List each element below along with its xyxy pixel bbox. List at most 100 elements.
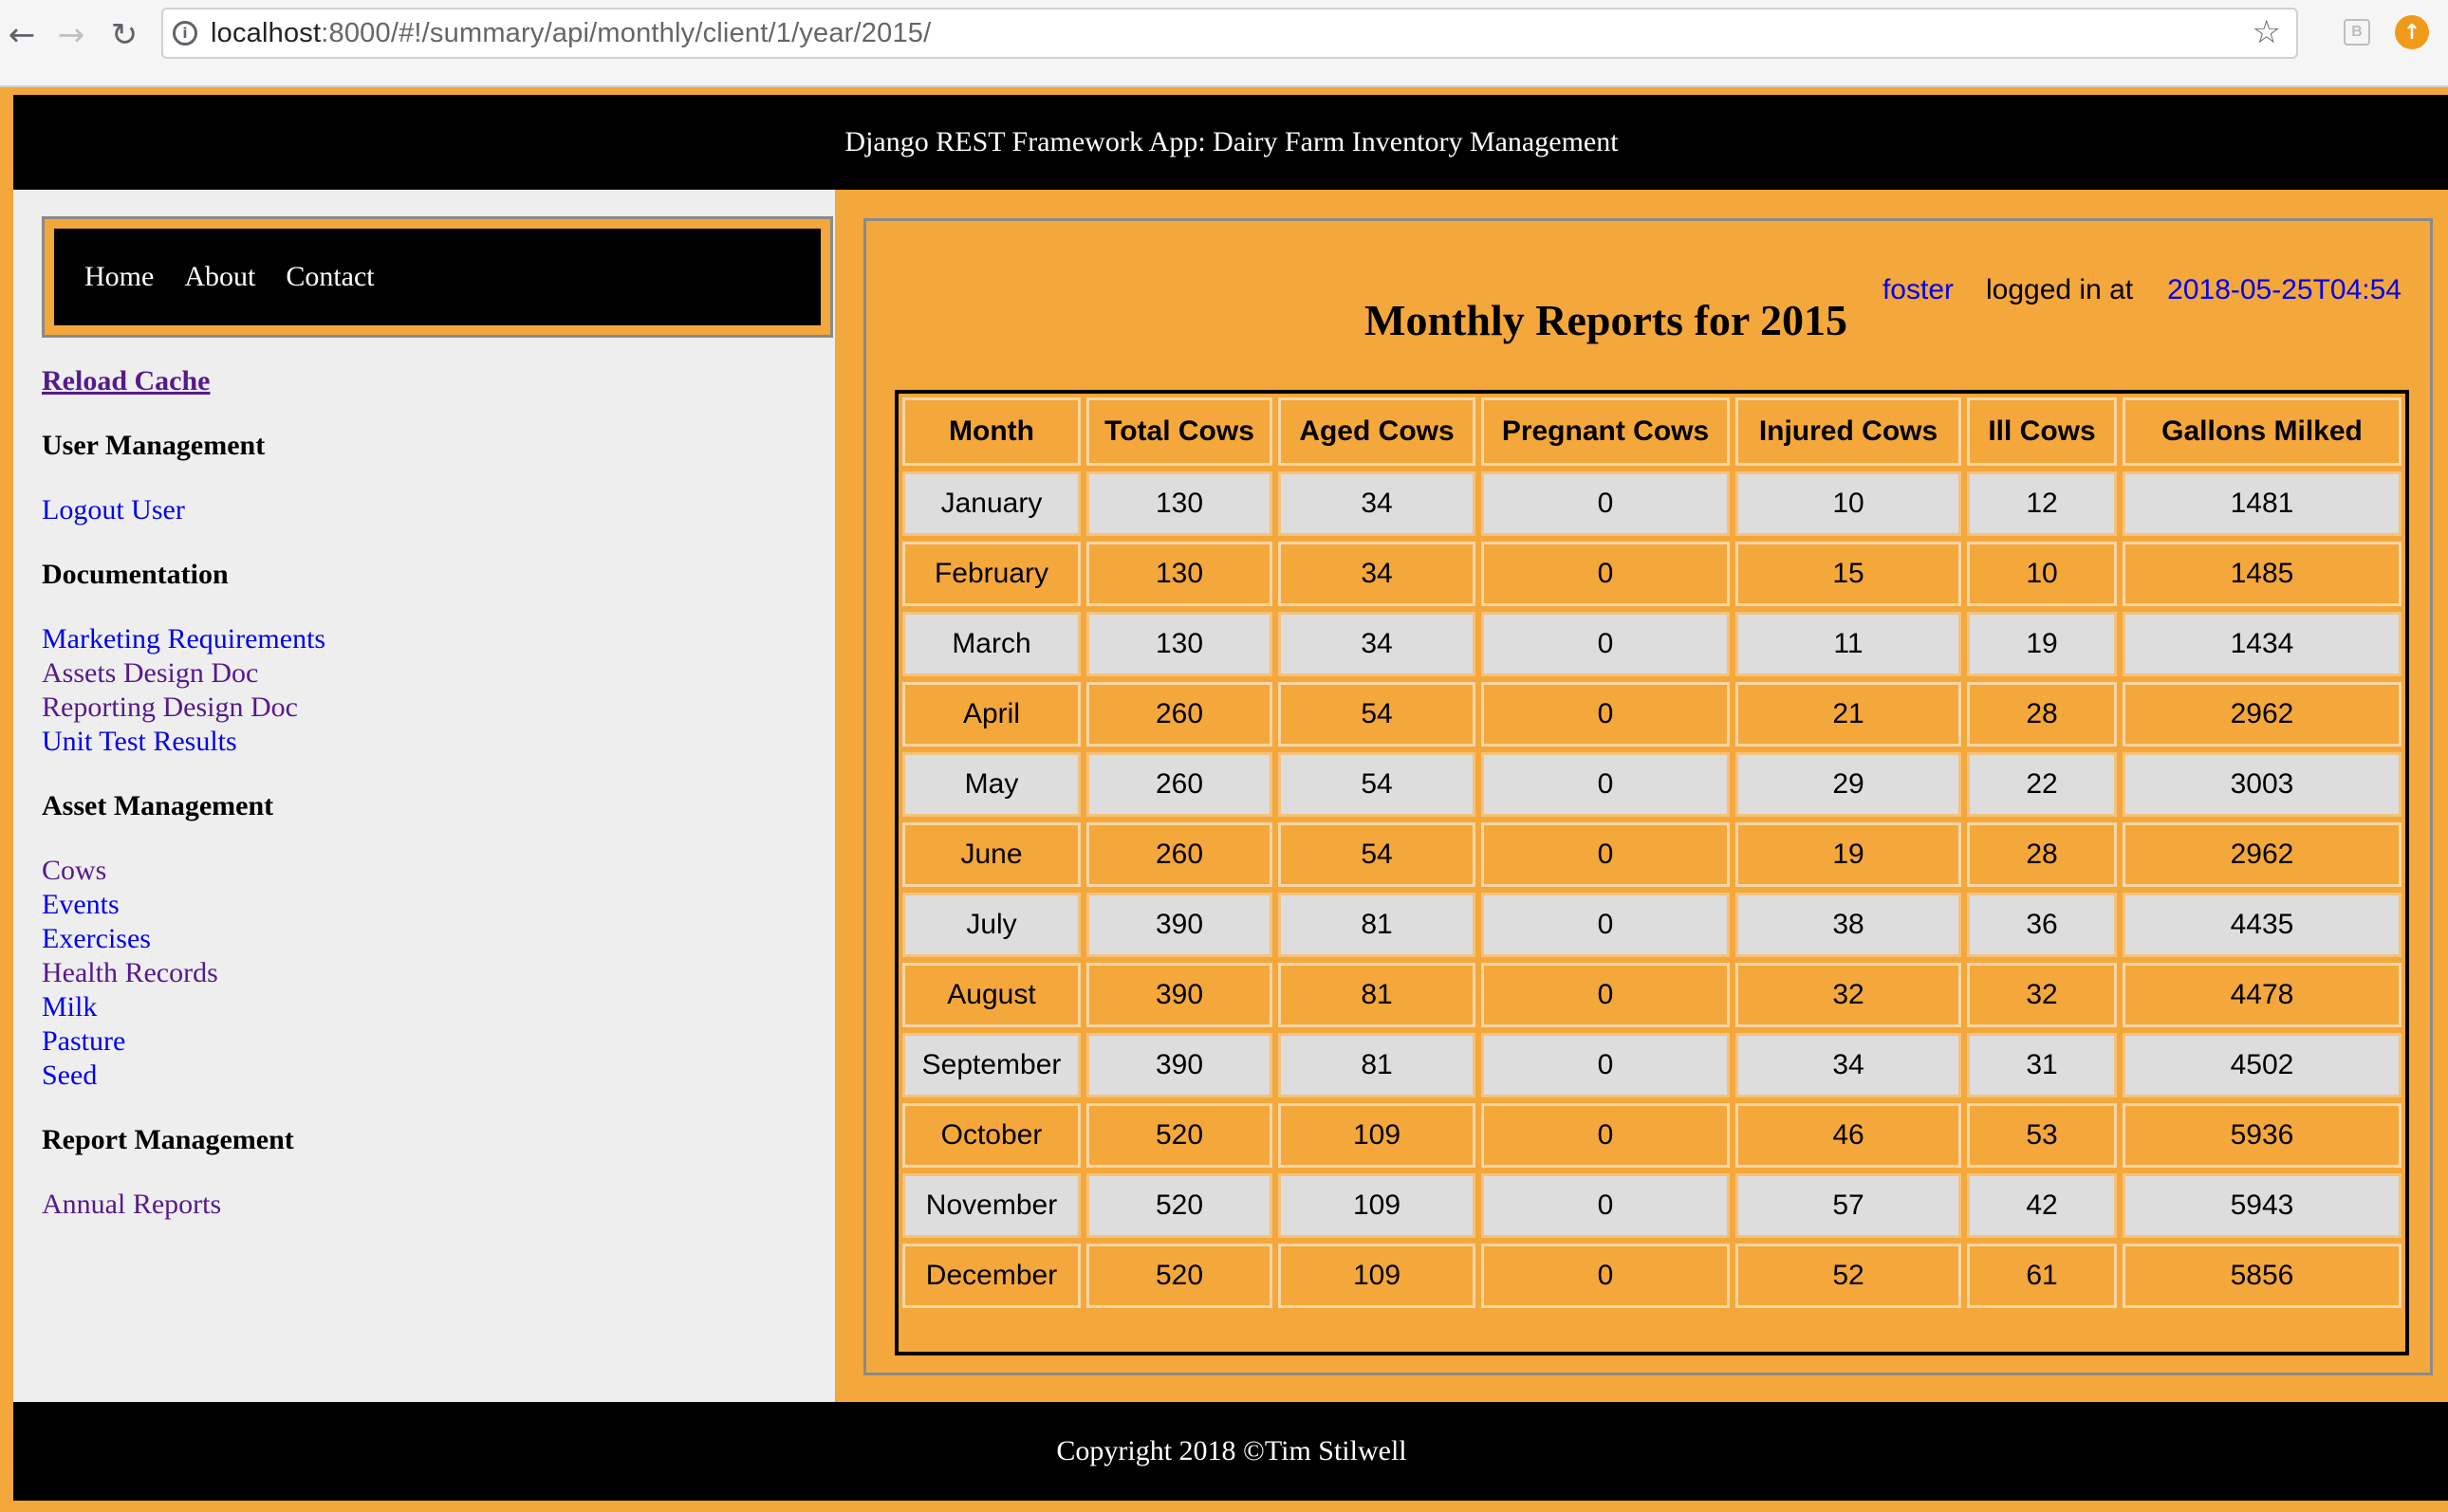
table-header-row: Month Total Cows Aged Cows Pregnant Cows…	[902, 397, 2402, 466]
cell-pregnant-cows: 0	[1481, 1033, 1730, 1097]
cell-ill-cows: 32	[1967, 963, 2117, 1027]
login-time[interactable]: 2018-05-25T04:54	[2167, 274, 2402, 305]
seed-link[interactable]: Seed	[42, 1059, 801, 1093]
health-records-link[interactable]: Health Records	[42, 956, 801, 990]
site-header: Django REST Framework App: Dairy Farm In…	[13, 95, 2448, 190]
table-row: February 130 34 0 15 10 1485	[902, 542, 2402, 606]
cell-aged-cows: 109	[1278, 1103, 1475, 1168]
cell-injured-cows: 38	[1735, 893, 1961, 957]
topnav: Home About Contact	[54, 229, 821, 325]
cell-month: September	[902, 1033, 1081, 1097]
extension-icon[interactable]: B	[2344, 19, 2370, 46]
cell-gallons-milked: 2962	[2123, 822, 2402, 887]
cell-gallons-milked: 1434	[2123, 612, 2402, 676]
cell-aged-cows: 34	[1278, 542, 1475, 606]
marketing-requirements-link[interactable]: Marketing Requirements	[42, 622, 801, 656]
cell-pregnant-cows: 0	[1481, 1244, 1730, 1308]
cell-aged-cows: 54	[1278, 822, 1475, 887]
browser-toolbar: ← → ↻ i localhost:8000/#!/summary/api/mo…	[0, 0, 2448, 87]
cell-aged-cows: 54	[1278, 682, 1475, 747]
table-row: July 390 81 0 38 36 4435	[902, 893, 2402, 957]
cell-pregnant-cows: 0	[1481, 963, 1730, 1027]
nav-contact-link[interactable]: Contact	[286, 261, 374, 293]
cell-injured-cows: 57	[1735, 1173, 1961, 1238]
exercises-link[interactable]: Exercises	[42, 922, 801, 956]
update-icon[interactable]: ↑	[2395, 15, 2429, 49]
logout-user-link[interactable]: Logout User	[42, 493, 801, 527]
column-header-ill-cows: Ill Cows	[1967, 397, 2117, 466]
events-link[interactable]: Events	[42, 888, 801, 922]
url-text[interactable]: localhost:8000/#!/summary/api/monthly/cl…	[211, 18, 931, 49]
address-bar[interactable]: i localhost:8000/#!/summary/api/monthly/…	[161, 8, 2298, 59]
cell-injured-cows: 29	[1735, 752, 1961, 817]
reload-cache-link[interactable]: Reload Cache	[42, 364, 801, 398]
unit-test-results-link[interactable]: Unit Test Results	[42, 725, 801, 759]
report-panel: foster logged in at 2018-05-25T04:54 Month…	[863, 218, 2433, 1375]
nav-home-link[interactable]: Home	[84, 261, 154, 293]
cell-pregnant-cows: 0	[1481, 1173, 1730, 1238]
documentation-heading: Documentation	[42, 559, 229, 590]
reload-icon[interactable]: ↻	[102, 13, 146, 57]
cell-aged-cows: 34	[1278, 612, 1475, 676]
forward-arrow-icon[interactable]: →	[49, 13, 93, 57]
cell-aged-cows: 81	[1278, 963, 1475, 1027]
cell-aged-cows: 81	[1278, 1033, 1475, 1097]
cell-pregnant-cows: 0	[1481, 542, 1730, 606]
nav-about-link[interactable]: About	[184, 261, 255, 293]
cell-total-cows: 130	[1086, 612, 1272, 676]
cell-aged-cows: 54	[1278, 752, 1475, 817]
info-icon[interactable]: i	[173, 21, 197, 46]
cell-gallons-milked: 4478	[2123, 963, 2402, 1027]
cell-total-cows: 130	[1086, 471, 1272, 536]
cell-injured-cows: 32	[1735, 963, 1961, 1027]
cell-ill-cows: 12	[1967, 471, 2117, 536]
cows-link[interactable]: Cows	[42, 854, 801, 888]
cell-pregnant-cows: 0	[1481, 612, 1730, 676]
cell-gallons-milked: 2962	[2123, 682, 2402, 747]
cell-total-cows: 390	[1086, 963, 1272, 1027]
cell-month: July	[902, 893, 1081, 957]
cell-gallons-milked: 1481	[2123, 471, 2402, 536]
milk-link[interactable]: Milk	[42, 990, 801, 1024]
column-header-month: Month	[902, 397, 1081, 466]
cell-injured-cows: 11	[1735, 612, 1961, 676]
cell-injured-cows: 34	[1735, 1033, 1961, 1097]
cell-gallons-milked: 3003	[2123, 752, 2402, 817]
cell-gallons-milked: 1485	[2123, 542, 2402, 606]
cell-pregnant-cows: 0	[1481, 1103, 1730, 1168]
cell-total-cows: 520	[1086, 1244, 1272, 1308]
cell-total-cows: 390	[1086, 893, 1272, 957]
monthly-report-table: Month Total Cows Aged Cows Pregnant Cows…	[897, 392, 2407, 1314]
cell-total-cows: 260	[1086, 822, 1272, 887]
cell-pregnant-cows: 0	[1481, 682, 1730, 747]
column-header-pregnant-cows: Pregnant Cows	[1481, 397, 1730, 466]
cell-injured-cows: 46	[1735, 1103, 1961, 1168]
sidebar-menu: Reload Cache User Management Logout User…	[42, 364, 801, 1222]
cell-month: August	[902, 963, 1081, 1027]
logged-in-label: logged in at	[1986, 274, 2134, 305]
cell-pregnant-cows: 0	[1481, 752, 1730, 817]
pasture-link[interactable]: Pasture	[42, 1024, 801, 1059]
reporting-design-doc-link[interactable]: Reporting Design Doc	[42, 691, 801, 725]
back-arrow-icon[interactable]: ←	[0, 13, 44, 57]
cell-total-cows: 130	[1086, 542, 1272, 606]
url-host: localhost	[211, 17, 322, 48]
bookmark-star-icon[interactable]: ☆	[2253, 13, 2281, 51]
cell-aged-cows: 109	[1278, 1173, 1475, 1238]
monthly-report-table-container: Month Total Cows Aged Cows Pregnant Cows…	[895, 390, 2409, 1355]
cell-ill-cows: 61	[1967, 1244, 2117, 1308]
cell-ill-cows: 42	[1967, 1173, 2117, 1238]
cell-ill-cows: 22	[1967, 752, 2117, 817]
cell-total-cows: 260	[1086, 752, 1272, 817]
assets-design-doc-link[interactable]: Assets Design Doc	[42, 656, 801, 691]
site-footer: Copyright 2018 ©Tim Stilwell	[13, 1402, 2448, 1501]
cell-ill-cows: 28	[1967, 682, 2117, 747]
cell-total-cows: 260	[1086, 682, 1272, 747]
table-row: April 260 54 0 21 28 2962	[902, 682, 2402, 747]
cell-pregnant-cows: 0	[1481, 822, 1730, 887]
cell-injured-cows: 19	[1735, 822, 1961, 887]
annual-reports-link[interactable]: Annual Reports	[42, 1188, 801, 1222]
username-link[interactable]: foster	[1882, 274, 1954, 305]
site-title: Django REST Framework App: Dairy Farm In…	[844, 126, 1619, 157]
cell-month: October	[902, 1103, 1081, 1168]
